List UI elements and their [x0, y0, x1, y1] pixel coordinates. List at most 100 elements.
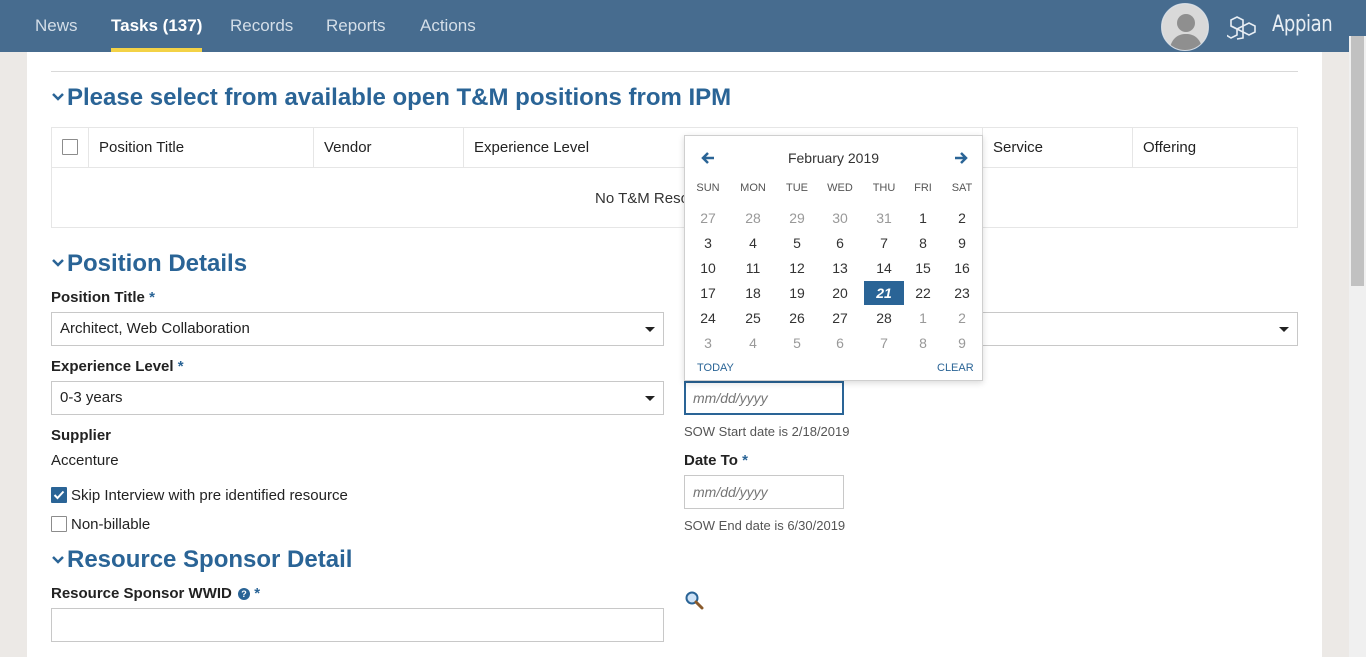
- calendar-day[interactable]: 31: [864, 206, 904, 230]
- weekday-header: FRI: [914, 182, 932, 194]
- calendar-day[interactable]: 12: [777, 256, 817, 280]
- divider: [51, 71, 1298, 72]
- position-title-dropdown[interactable]: Architect, Web Collaboration: [51, 312, 664, 346]
- position-title-label: Position Title *: [51, 289, 155, 306]
- calendar-day[interactable]: 1: [903, 206, 943, 230]
- calendar-day[interactable]: 7: [864, 331, 904, 355]
- skip-interview-checkbox[interactable]: [51, 487, 67, 503]
- checkmark-icon: [53, 490, 65, 500]
- calendar-day[interactable]: 8: [903, 231, 943, 255]
- tab-reports[interactable]: Reports: [326, 0, 386, 52]
- appian-logo[interactable]: Appian: [1272, 12, 1333, 37]
- calendar-day[interactable]: 25: [733, 306, 773, 330]
- caret-down-icon: [1279, 327, 1289, 332]
- tab-actions[interactable]: Actions: [420, 0, 476, 52]
- column-header-vendor[interactable]: Vendor: [313, 128, 463, 168]
- non-billable-label[interactable]: Non-billable: [71, 516, 150, 533]
- calendar-day[interactable]: 5: [777, 231, 817, 255]
- chevron-down-icon[interactable]: [52, 258, 64, 268]
- calendar-day[interactable]: 26: [777, 306, 817, 330]
- arrow-right-icon[interactable]: [953, 150, 969, 166]
- tab-records[interactable]: Records: [230, 0, 293, 52]
- date-picker-today[interactable]: TODAY: [697, 362, 734, 374]
- column-header-position-title[interactable]: Position Title: [88, 128, 314, 168]
- calendar-day[interactable]: 19: [777, 281, 817, 305]
- calendar-day[interactable]: 14: [864, 256, 904, 280]
- date-from-input[interactable]: [684, 381, 844, 415]
- calendar-day[interactable]: 27: [820, 306, 860, 330]
- calendar-day[interactable]: 9: [942, 231, 982, 255]
- experience-level-dropdown[interactable]: 0-3 years: [51, 381, 664, 415]
- weekday-header: SAT: [951, 182, 973, 194]
- weekday-header: MON: [740, 182, 766, 194]
- calendar-day[interactable]: 13: [820, 256, 860, 280]
- calendar-day[interactable]: 2: [942, 206, 982, 230]
- calendar-day[interactable]: 7: [864, 231, 904, 255]
- section-title-position-details[interactable]: Position Details: [67, 250, 247, 278]
- calendar-day[interactable]: 27: [688, 206, 728, 230]
- tab-news[interactable]: News: [35, 0, 78, 52]
- grid-header: Position Title Vendor Experience Level S…: [52, 128, 1297, 168]
- calendar-day[interactable]: 6: [820, 231, 860, 255]
- sow-start-hint: SOW Start date is 2/18/2019: [684, 424, 850, 439]
- calendar-day[interactable]: 18: [733, 281, 773, 305]
- caret-down-icon: [645, 327, 655, 332]
- calendar-day[interactable]: 22: [903, 281, 943, 305]
- user-avatar-icon[interactable]: [1161, 3, 1209, 51]
- positions-grid: Position Title Vendor Experience Level S…: [51, 127, 1298, 228]
- calendar-day[interactable]: 3: [688, 331, 728, 355]
- top-navigation-bar: News Tasks (137) Records Reports Actions…: [0, 0, 1366, 52]
- calendar-day[interactable]: 11: [733, 256, 773, 280]
- calendar-day[interactable]: 15: [903, 256, 943, 280]
- experience-level-label: Experience Level *: [51, 358, 184, 375]
- sponsor-wwid-input[interactable]: [51, 608, 664, 642]
- help-icon[interactable]: ?: [238, 588, 251, 600]
- supplier-label: Supplier: [51, 427, 112, 444]
- chevron-down-icon[interactable]: [52, 92, 64, 102]
- calendar-day[interactable]: 10: [688, 256, 728, 280]
- sponsor-wwid-label: Resource Sponsor WWID ? *: [51, 585, 261, 602]
- date-picker-popup: February 2019 TODAY CLEAR SUN MON TUE WED TH…: [684, 135, 983, 381]
- section-title-resource-sponsor[interactable]: Resource Sponsor Detail: [67, 546, 352, 574]
- tab-tasks[interactable]: Tasks (137): [111, 0, 203, 52]
- weekday-header: TUE: [786, 182, 808, 194]
- select-all-checkbox[interactable]: [62, 139, 78, 155]
- supplier-value: Accenture: [51, 452, 119, 469]
- calendar-day[interactable]: 3: [688, 231, 728, 255]
- date-picker-clear[interactable]: CLEAR: [937, 362, 974, 374]
- chevron-down-icon[interactable]: [52, 555, 64, 565]
- calendar-day[interactable]: 4: [733, 231, 773, 255]
- calendar-day[interactable]: 4: [733, 331, 773, 355]
- calendar-day[interactable]: 29: [777, 206, 817, 230]
- magnifier-icon[interactable]: [684, 590, 704, 610]
- calendar-day[interactable]: 28: [733, 206, 773, 230]
- calendar-day[interactable]: 2: [942, 306, 982, 330]
- calendar-day[interactable]: 9: [942, 331, 982, 355]
- section-title-positions[interactable]: Please select from available open T&M po…: [67, 84, 731, 112]
- sow-end-hint: SOW End date is 6/30/2019: [684, 518, 846, 533]
- calendar-day[interactable]: 8: [903, 331, 943, 355]
- calendar-day[interactable]: 1: [903, 306, 943, 330]
- calendar-day[interactable]: 24: [688, 306, 728, 330]
- calendar-day[interactable]: 20: [820, 281, 860, 305]
- column-header-offering[interactable]: Offering: [1132, 128, 1298, 168]
- weekday-header: SUN: [696, 182, 720, 194]
- calendar-day[interactable]: 23: [942, 281, 982, 305]
- calendar-day[interactable]: 30: [820, 206, 860, 230]
- skip-interview-label[interactable]: Skip Interview with pre identified resou…: [71, 487, 348, 504]
- date-to-input[interactable]: [684, 475, 844, 509]
- calendar-day[interactable]: 21: [864, 281, 904, 305]
- calendar-day[interactable]: 28: [864, 306, 904, 330]
- weekday-header: THU: [872, 182, 896, 194]
- calendar-day[interactable]: 6: [820, 331, 860, 355]
- calendar-day[interactable]: 17: [688, 281, 728, 305]
- date-to-label: Date To *: [684, 452, 748, 469]
- scrollbar-thumb[interactable]: [1351, 36, 1364, 286]
- calendar-day[interactable]: 5: [777, 331, 817, 355]
- calendar-day[interactable]: 16: [942, 256, 982, 280]
- right-dropdown[interactable]: [982, 312, 1298, 346]
- weekday-header: WED: [827, 182, 853, 194]
- non-billable-checkbox[interactable]: [51, 516, 67, 532]
- column-header-service[interactable]: Service: [982, 128, 1133, 168]
- appian-cubes-icon: [1225, 14, 1259, 40]
